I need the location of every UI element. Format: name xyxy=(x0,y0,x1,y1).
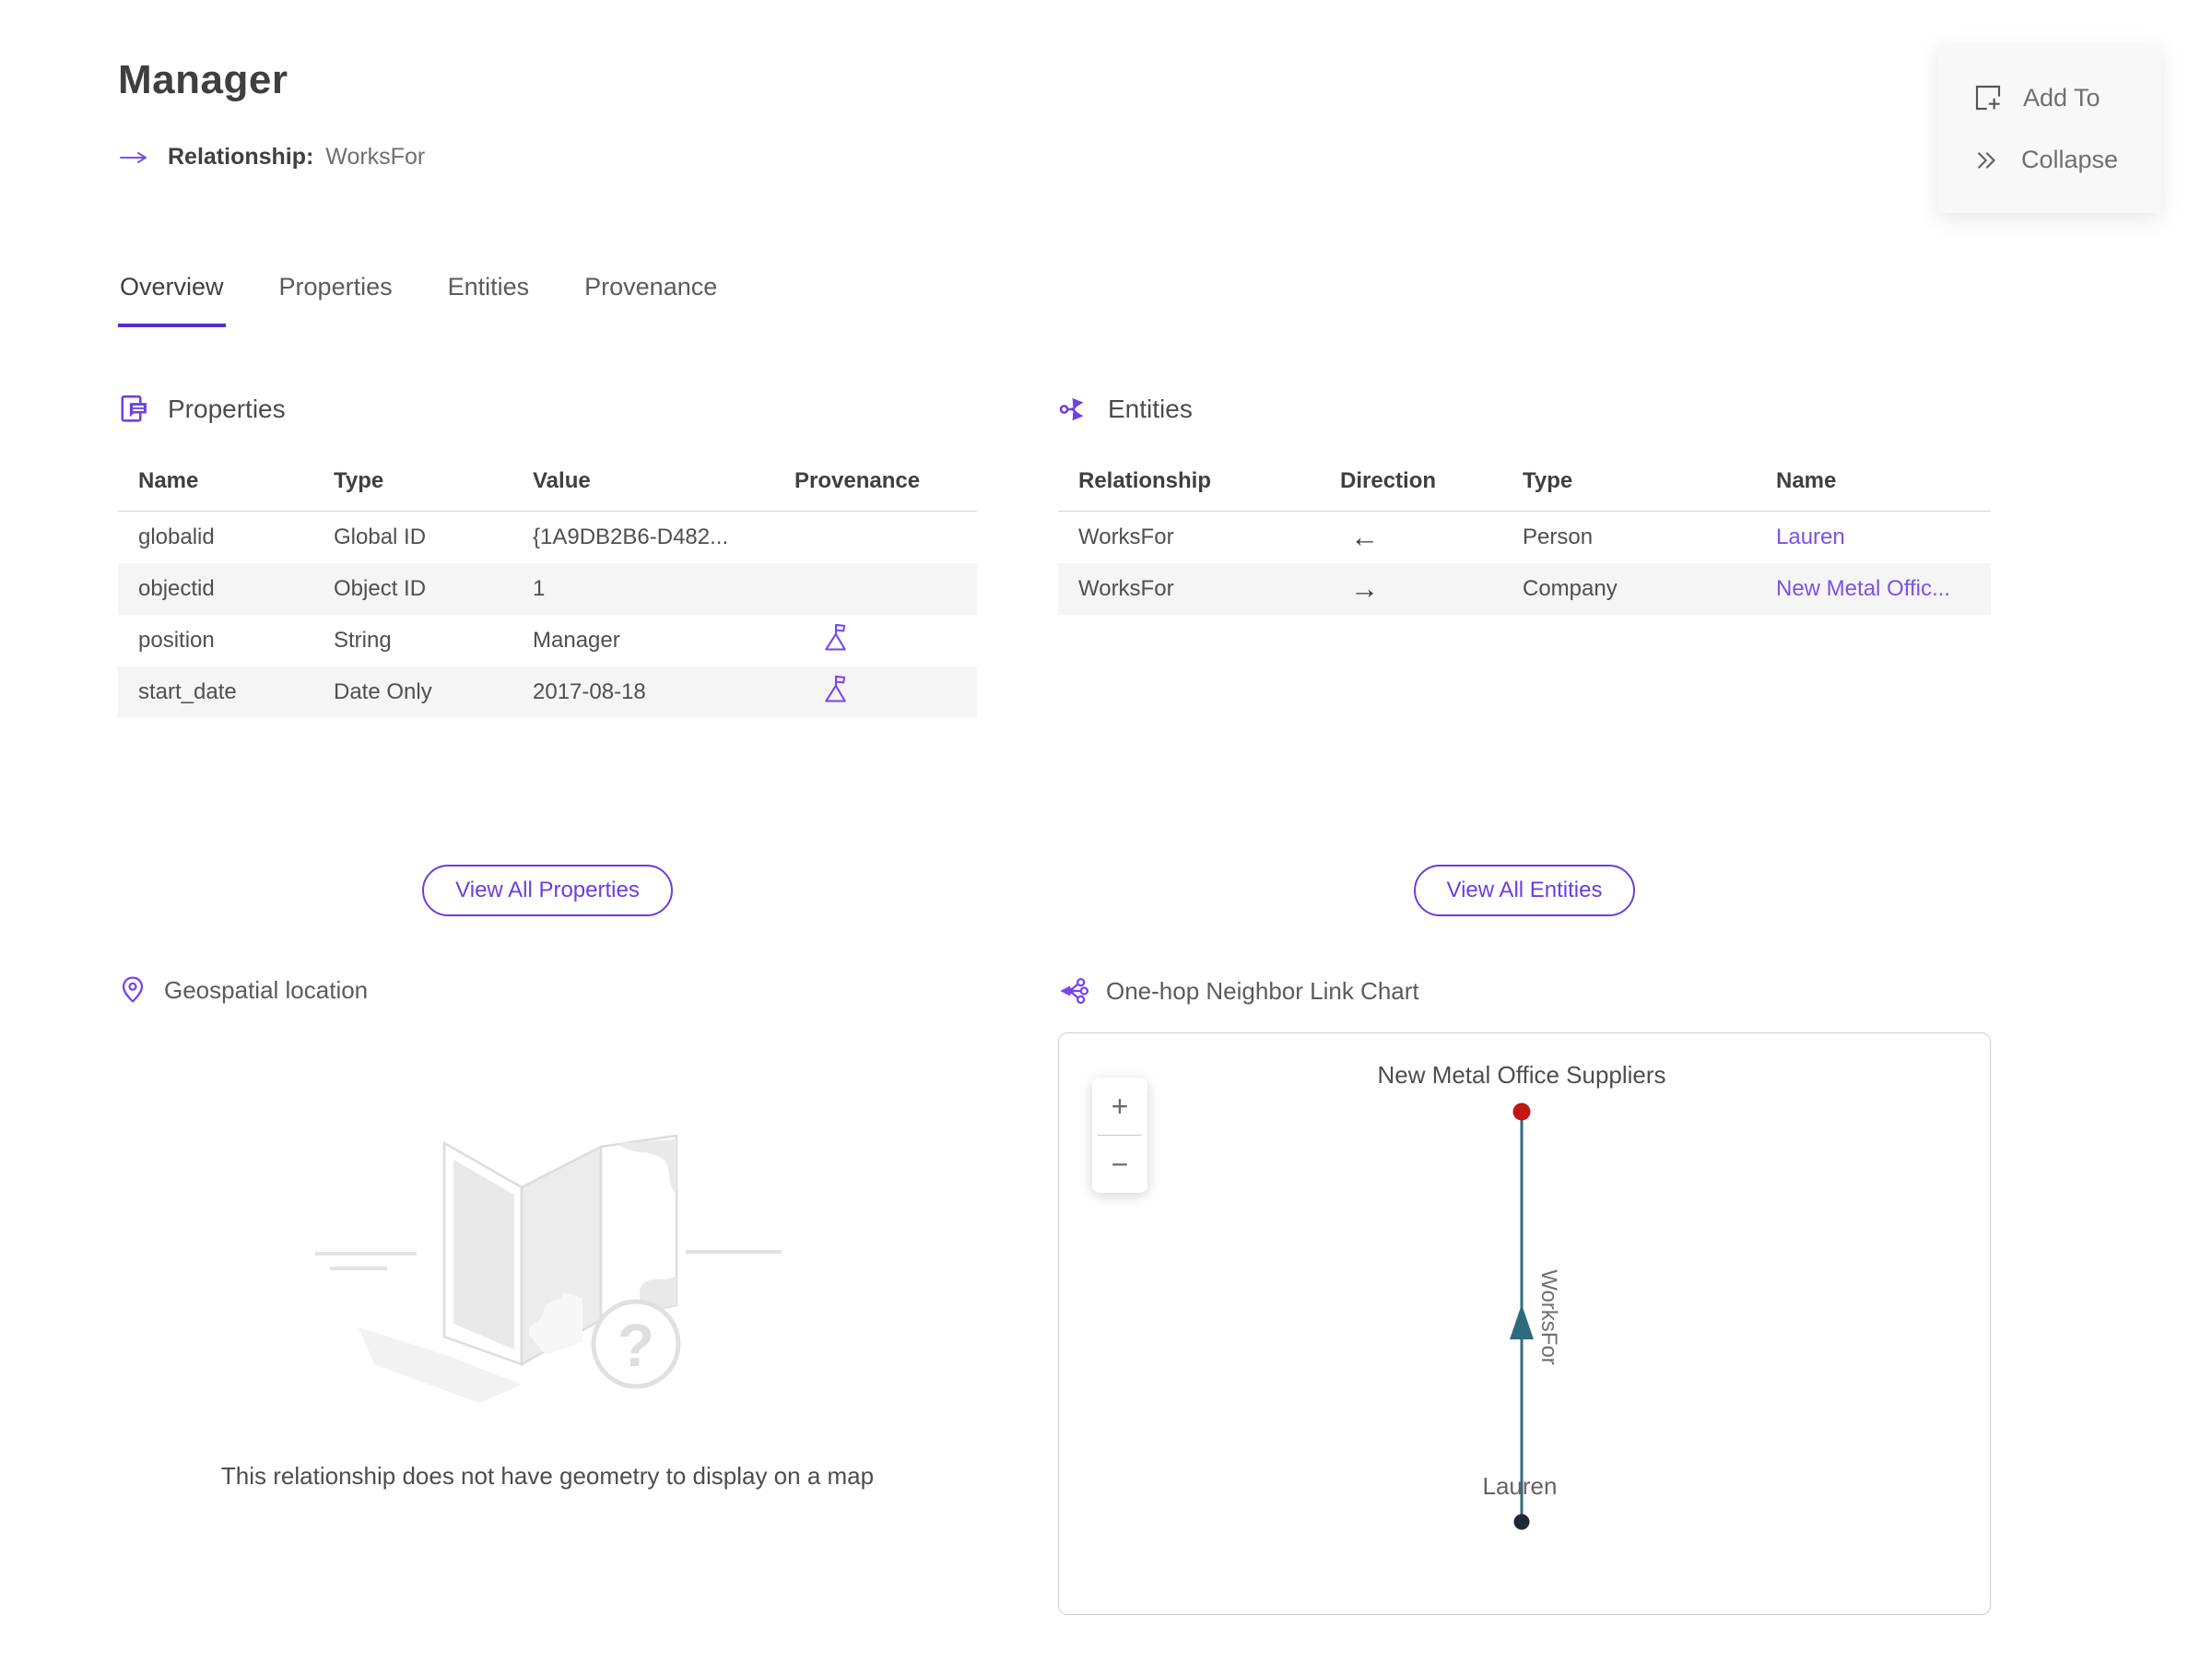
cell-direction direction-arrow: → xyxy=(1350,572,1379,605)
company-node[interactable] xyxy=(1512,1102,1531,1121)
provenance-flag-icon[interactable] xyxy=(822,622,850,654)
properties-table: Name Type Value Provenance globalid Glob… xyxy=(118,461,977,718)
cell-value: Manager xyxy=(533,628,620,653)
provenance-flag-icon[interactable] xyxy=(822,674,850,705)
link-chart-canvas: New Metal Office Suppliers WorksFor Laur… xyxy=(1377,1061,1666,1530)
cell-type: Object ID xyxy=(334,576,427,601)
zoom-in-button[interactable]: + xyxy=(1092,1078,1147,1135)
table-row: position String Manager xyxy=(118,615,977,666)
right-arrow-icon xyxy=(120,151,147,163)
properties-section-title: Properties xyxy=(168,395,286,423)
table-row: WorksFor ← Person Lauren xyxy=(1058,512,1991,563)
cell-direction direction-arrow: ← xyxy=(1350,521,1379,553)
geospatial-section-header: Geospatial location xyxy=(118,975,368,1005)
cell-type: Date Only xyxy=(334,679,432,704)
cell-value: 1 xyxy=(533,576,546,601)
table-row: start_date Date Only 2017-08-18 xyxy=(118,666,977,718)
entities-icon xyxy=(1059,397,1084,421)
no-geometry-message: This relationship does not have geometry… xyxy=(220,1462,875,1490)
relationship-label: Relationship: xyxy=(168,144,314,170)
entities-table: Relationship Direction Type Name WorksFo… xyxy=(1058,461,1991,615)
edge-label: WorksFor xyxy=(1536,1269,1561,1365)
map-placeholder-illustration: ? xyxy=(315,1134,782,1403)
cell-name: objectid xyxy=(138,576,215,601)
cell-relationship: WorksFor xyxy=(1078,576,1174,601)
col-header-type: Type xyxy=(334,468,384,493)
col-header-name: Name xyxy=(138,468,199,493)
properties-section-header: Properties xyxy=(118,393,286,426)
link-chart-section-title: One-hop Neighbor Link Chart xyxy=(1106,976,1419,1005)
table-row: objectid Object ID 1 xyxy=(118,563,977,615)
cell-name: globalid xyxy=(138,525,215,549)
link-chart-section-header: One-hop Neighbor Link Chart xyxy=(1058,975,1419,1007)
entities-table-body: WorksFor ← Person Lauren WorksFor → Comp… xyxy=(1058,512,1991,615)
link-chart-panel: New Metal Office Suppliers WorksFor Laur… xyxy=(1058,1032,1991,1615)
entities-table-header: Relationship Direction Type Name xyxy=(1058,461,1991,512)
properties-icon xyxy=(121,395,147,422)
add-to-label: Add To xyxy=(2023,83,2100,112)
cell-type: Global ID xyxy=(334,525,427,549)
col-header-relationship: Relationship xyxy=(1078,468,1212,493)
entity-name-link[interactable]: Lauren xyxy=(1756,525,1991,550)
view-all-properties-button[interactable]: View All Properties xyxy=(422,865,673,916)
collapse-button[interactable]: Collapse xyxy=(1938,129,2161,191)
cell-provenance xyxy=(771,674,977,712)
col-header-direction: Direction xyxy=(1340,468,1437,493)
person-node[interactable] xyxy=(1513,1514,1530,1530)
person-node-label: Lauren xyxy=(1483,1472,1558,1500)
entities-section-header: Entities xyxy=(1058,393,1193,426)
cell-value: {1A9DB2B6-D482... xyxy=(533,525,729,549)
relationship-detail-page: Add To Collapse Manager Relationship: Wo… xyxy=(0,0,2212,1674)
tab-properties[interactable]: Properties xyxy=(277,273,394,327)
entities-button-row: View All Entities xyxy=(1058,865,1991,916)
relationship-type-text: Relationship: WorksFor xyxy=(168,144,425,171)
cell-type: Person xyxy=(1523,525,1594,549)
cell-relationship: WorksFor xyxy=(1078,525,1174,549)
company-node-label: New Metal Office Suppliers xyxy=(1377,1061,1665,1089)
tab-entities[interactable]: Entities xyxy=(446,273,532,327)
chevrons-right-icon xyxy=(1978,151,1995,169)
view-all-entities-button[interactable]: View All Entities xyxy=(1413,865,1636,916)
cell-value: 2017-08-18 xyxy=(533,679,646,704)
col-header-name: Name xyxy=(1776,468,1837,493)
floating-actions-panel: Add To Collapse xyxy=(1938,44,2161,213)
svg-text:?: ? xyxy=(618,1311,654,1379)
relationship-value: WorksFor xyxy=(325,144,426,170)
properties-column: Properties Name Type Value Provenance gl… xyxy=(118,393,977,1619)
page-title: Manager xyxy=(118,57,288,102)
properties-button-row: View All Properties xyxy=(118,865,977,916)
add-to-button[interactable]: Add To xyxy=(1938,66,2161,129)
chart-zoom-control: + − xyxy=(1092,1078,1147,1193)
add-to-icon xyxy=(1975,85,2001,111)
tab-overview[interactable]: Overview xyxy=(118,273,226,327)
cell-type: Company xyxy=(1523,576,1618,601)
tab-bar: Overview Properties Entities Provenance xyxy=(118,273,719,327)
table-row: WorksFor → Company New Metal Offic... xyxy=(1058,563,1991,615)
table-row: globalid Global ID {1A9DB2B6-D482... xyxy=(118,512,977,563)
one-hop-link-chart-icon xyxy=(1060,977,1089,1005)
col-header-provenance: Provenance xyxy=(794,468,921,493)
entity-name-link[interactable]: New Metal Offic... xyxy=(1756,576,1991,602)
collapse-label: Collapse xyxy=(2021,146,2119,173)
geospatial-section-title: Geospatial location xyxy=(164,975,369,1004)
entities-section-title: Entities xyxy=(1108,395,1193,423)
relationship-subtitle: Relationship: WorksFor xyxy=(118,144,425,171)
properties-table-header: Name Type Value Provenance xyxy=(118,461,977,512)
tab-provenance[interactable]: Provenance xyxy=(582,273,719,327)
col-header-value: Value xyxy=(533,468,591,493)
entities-column: Entities Relationship Direction Type Nam… xyxy=(1058,393,1991,1619)
map-placeholder: ? xyxy=(308,1058,787,1455)
zoom-out-button[interactable]: − xyxy=(1092,1136,1147,1193)
cell-provenance xyxy=(771,622,977,660)
cell-type: String xyxy=(334,628,392,653)
edge-arrowhead xyxy=(1510,1304,1534,1339)
map-pin-icon xyxy=(122,976,144,1003)
col-header-type: Type xyxy=(1523,468,1573,493)
properties-table-body: globalid Global ID {1A9DB2B6-D482... obj… xyxy=(118,512,977,718)
cell-name: start_date xyxy=(138,679,237,704)
cell-name: position xyxy=(138,628,215,653)
